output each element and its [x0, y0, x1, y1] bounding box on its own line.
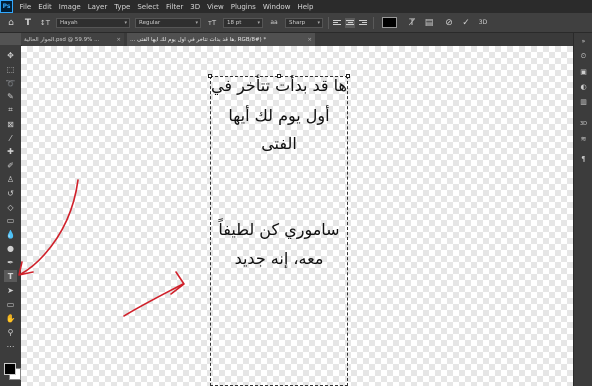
tools-panel: ✥ ⬚ ➰ ✎ ⌗ ⊠ ⁄ ✚ ✐ ♙ ↺ ◇ ▭ 💧 ● ✒ T ➤ ▭ ✋ …: [0, 45, 22, 386]
menu-window[interactable]: Window: [263, 3, 291, 11]
eyedropper-icon[interactable]: ⁄: [4, 132, 17, 144]
tab-document-2[interactable]: ... ها قد بدأت تتأخر في أول يوم لك أيها …: [127, 33, 315, 46]
antialias-select[interactable]: Sharp ▾: [285, 17, 323, 28]
menu-edit[interactable]: Edit: [38, 3, 52, 11]
right-panel-dock: » ⏲ ▣ ◐ ▥ 3D ≋ ¶: [573, 33, 592, 386]
3d-panel-icon[interactable]: 3D: [578, 118, 589, 129]
text-line-4[interactable]: ساموري كن لطيفاً: [210, 222, 348, 238]
move-icon[interactable]: ✥: [4, 49, 17, 61]
font-style-select[interactable]: Regular ▾: [135, 17, 201, 28]
divider: [328, 16, 329, 29]
pen-icon[interactable]: ✒: [4, 256, 17, 268]
font-family-value: Hayah: [60, 19, 78, 26]
menu-filter[interactable]: Filter: [166, 3, 183, 11]
dodge-icon[interactable]: ●: [4, 242, 17, 254]
menu-view[interactable]: View: [207, 3, 224, 11]
text-line-3[interactable]: الفتى: [210, 136, 348, 152]
rectangle-icon[interactable]: ▭: [4, 298, 17, 310]
tab-label: ... ها قد بدأت تتأخر في أول يوم لك أيها …: [130, 36, 267, 43]
antialias-value: Sharp: [289, 19, 306, 26]
quick-select-icon[interactable]: ✎: [4, 90, 17, 102]
font-size-icon: ᴛT: [207, 18, 217, 27]
text-line-5[interactable]: معه، إنه جديد: [210, 251, 348, 267]
menu-select[interactable]: Select: [137, 3, 159, 11]
healing-icon[interactable]: ✚: [4, 145, 17, 157]
more-icon[interactable]: ⋯: [4, 340, 17, 352]
close-icon[interactable]: ×: [307, 37, 312, 43]
zoom-icon[interactable]: ⚲: [4, 326, 17, 338]
menu-layer[interactable]: Layer: [88, 3, 108, 11]
adjustments-icon[interactable]: ◐: [578, 81, 589, 92]
type-icon[interactable]: T: [4, 270, 17, 282]
font-family-select[interactable]: Hayah ▾: [56, 17, 130, 28]
frame-icon[interactable]: ⊠: [4, 118, 17, 130]
tab-label: الجوار الحالية.psd @ 59.9% ...: [24, 36, 100, 43]
menu-type[interactable]: Type: [114, 3, 130, 11]
home-icon[interactable]: ⌂: [5, 17, 17, 29]
cancel-icon[interactable]: ⊘: [443, 17, 455, 29]
type-tool-preset-icon[interactable]: T: [22, 17, 34, 29]
commit-check-icon[interactable]: ✓: [460, 17, 472, 29]
chevron-down-icon: ▾: [317, 19, 320, 26]
menu-plugins[interactable]: Plugins: [231, 3, 256, 11]
marquee-icon[interactable]: ⬚: [4, 63, 17, 75]
hand-icon[interactable]: ✋: [4, 312, 17, 324]
text-orientation-icon[interactable]: ↕T: [39, 17, 51, 29]
menu-image[interactable]: Image: [59, 3, 81, 11]
foreground-color-swatch[interactable]: [4, 363, 16, 375]
blur-icon[interactable]: 💧: [4, 228, 17, 240]
text-line-1[interactable]: ها قد بدأت تتأخر في: [210, 78, 348, 94]
lasso-icon[interactable]: ➰: [4, 77, 17, 89]
align-left-button[interactable]: [332, 18, 342, 28]
chevron-down-icon: ▾: [124, 19, 127, 26]
chevron-down-icon: ▾: [195, 19, 198, 26]
clone-stamp-icon[interactable]: ♙: [4, 173, 17, 185]
antialias-icon: aa: [270, 19, 278, 26]
document-tab-bar: الجوار الحالية.psd @ 59.9% ... × ... ها …: [21, 33, 573, 47]
crop-icon[interactable]: ⌗: [4, 104, 17, 116]
text-color-swatch[interactable]: [382, 17, 397, 28]
font-size-select[interactable]: 18 pt ▾: [223, 17, 263, 28]
align-center-button[interactable]: [345, 17, 355, 28]
font-size-value: 18 pt: [227, 19, 242, 26]
close-icon[interactable]: ×: [116, 37, 121, 43]
menu-3d[interactable]: 3D: [190, 3, 200, 11]
paragraph-icon[interactable]: ¶: [578, 153, 589, 164]
character-panel-icon[interactable]: ▤: [423, 17, 435, 29]
menu-bar: Ps File Edit Image Layer Type Select Fil…: [0, 0, 592, 13]
font-style-value: Regular: [139, 19, 161, 26]
history-icon[interactable]: ⏲: [578, 51, 589, 62]
menu-help[interactable]: Help: [297, 3, 313, 11]
properties-icon[interactable]: ▣: [578, 66, 589, 77]
align-right-button[interactable]: [358, 18, 368, 28]
brush-icon[interactable]: ✐: [4, 159, 17, 171]
divider: [373, 16, 374, 29]
photoshop-logo[interactable]: Ps: [0, 0, 13, 13]
libraries-icon[interactable]: ▥: [578, 96, 589, 107]
menu-file[interactable]: File: [20, 3, 32, 11]
path-select-icon[interactable]: ➤: [4, 284, 17, 296]
chevron-down-icon: ▾: [257, 19, 260, 26]
warp-text-icon[interactable]: Ⱦ: [406, 17, 418, 29]
gradient-icon[interactable]: ▭: [4, 214, 17, 226]
channels-icon[interactable]: ≋: [578, 133, 589, 144]
tab-document-1[interactable]: الجوار الحالية.psd @ 59.9% ... ×: [21, 33, 124, 46]
3d-icon[interactable]: 3D: [477, 17, 489, 29]
type-options-bar: ⌂ T ↕T Hayah ▾ Regular ▾ ᴛT 18 pt ▾ aa Shar…: [0, 13, 592, 33]
collapse-panels-icon[interactable]: »: [578, 36, 589, 47]
text-line-2[interactable]: أول يوم لك أيها: [210, 108, 348, 124]
eraser-icon[interactable]: ◇: [4, 201, 17, 213]
history-brush-icon[interactable]: ↺: [4, 187, 17, 199]
